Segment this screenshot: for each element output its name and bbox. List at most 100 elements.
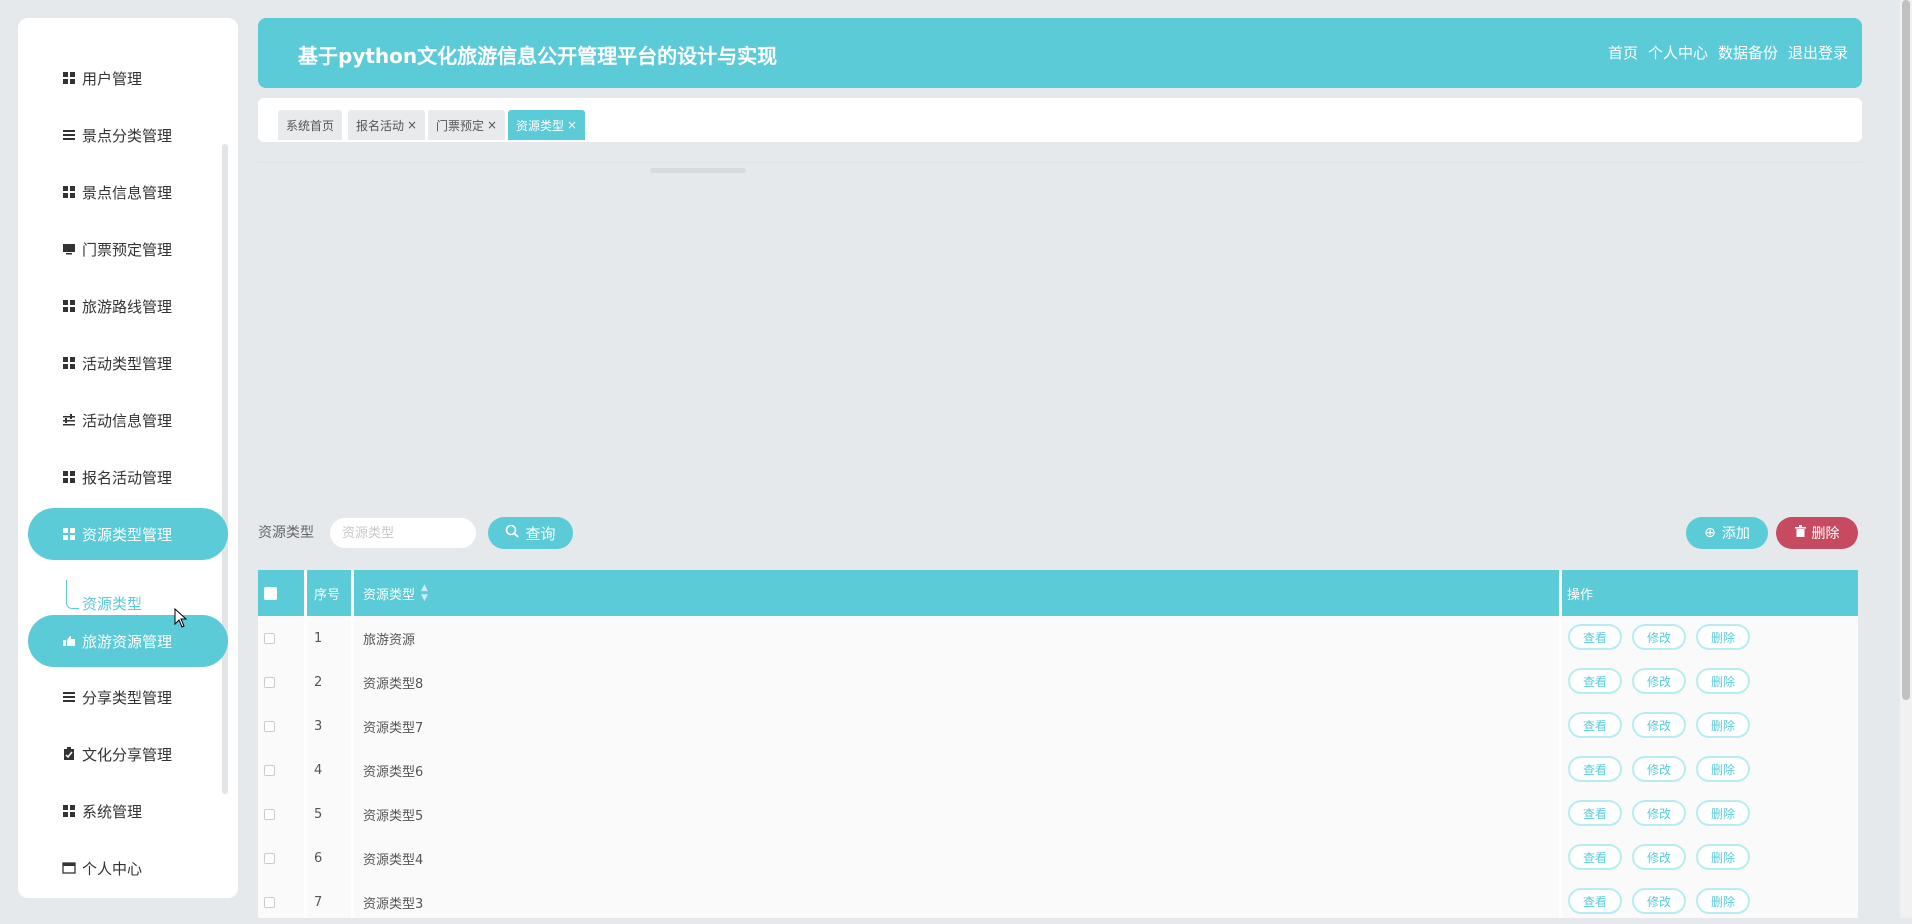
row-delete-button[interactable]: 删除 xyxy=(1696,844,1750,870)
sidebar-item-travel-resource[interactable]: 旅游资源管理 xyxy=(28,615,228,667)
submenu-connector xyxy=(66,580,79,609)
header-link-logout[interactable]: 退出登录 xyxy=(1788,42,1848,63)
view-button[interactable]: 查看 xyxy=(1568,624,1622,650)
row-delete-button[interactable]: 删除 xyxy=(1696,624,1750,650)
sidebar-item-scenic-category[interactable]: 景点分类管理 xyxy=(28,109,228,161)
edit-button[interactable]: 修改 xyxy=(1632,844,1686,870)
row-delete-button[interactable]: 删除 xyxy=(1696,756,1750,782)
sidebar-item-activity-type[interactable]: 活动类型管理 xyxy=(28,337,228,389)
row-delete-button[interactable]: 删除 xyxy=(1696,888,1750,914)
page-scrollbar-thumb[interactable] xyxy=(1902,0,1910,700)
add-button[interactable]: ⊕ 添加 xyxy=(1686,517,1768,549)
row-checkbox[interactable] xyxy=(264,704,275,748)
view-button[interactable]: 查看 xyxy=(1568,844,1622,870)
header-link-personal-center[interactable]: 个人中心 xyxy=(1648,42,1708,63)
row-index: 2 xyxy=(314,674,323,690)
delete-button[interactable]: 删除 xyxy=(1776,517,1858,549)
sidebar-item-label: 文化分享管理 xyxy=(82,745,173,764)
monitor-icon xyxy=(60,243,78,255)
row-delete-button[interactable]: 删除 xyxy=(1696,668,1750,694)
header-link-home[interactable]: 首页 xyxy=(1608,42,1638,63)
close-icon[interactable]: × xyxy=(487,118,497,132)
table-row: 1 旅游资源 查看 修改 删除 xyxy=(258,616,1858,660)
tab-ticket-booking[interactable]: 门票预定 × xyxy=(428,110,506,140)
header-resource-type[interactable]: 资源类型 ▲ ▼ xyxy=(363,570,428,616)
sidebar-item-label: 门票预定管理 xyxy=(82,240,173,259)
table-row: 6 资源类型4 查看 修改 删除 xyxy=(258,836,1858,880)
row-index: 6 xyxy=(314,850,323,866)
horizontal-scroll-thumb[interactable] xyxy=(650,168,746,173)
sort-icon[interactable]: ▲ ▼ xyxy=(421,583,428,603)
sidebar-item-travel-route[interactable]: 旅游路线管理 xyxy=(28,280,228,332)
tab-system-home[interactable]: 系统首页 xyxy=(278,110,343,140)
row-checkbox[interactable] xyxy=(264,660,275,704)
sidebar-item-personal-center[interactable]: 个人中心 xyxy=(28,842,228,894)
close-icon[interactable]: × xyxy=(407,118,417,132)
row-delete-button[interactable]: 删除 xyxy=(1696,800,1750,826)
row-index: 5 xyxy=(314,806,323,822)
sidebar-item-label: 用户管理 xyxy=(82,69,143,88)
select-all-checkbox[interactable] xyxy=(264,570,277,616)
divider xyxy=(258,162,1862,163)
sidebar-item-share-type[interactable]: 分享类型管理 xyxy=(28,671,228,723)
search-label: 资源类型 xyxy=(258,525,314,541)
plus-circle-icon: ⊕ xyxy=(1704,525,1716,541)
tabs-bar: 系统首页 报名活动 × 门票预定 × 资源类型 × xyxy=(258,98,1862,142)
tab-signup-activity[interactable]: 报名活动 × xyxy=(348,110,426,140)
row-index: 1 xyxy=(314,630,323,646)
edit-button[interactable]: 修改 xyxy=(1632,756,1686,782)
trash-icon xyxy=(1794,525,1806,541)
edit-button[interactable]: 修改 xyxy=(1632,668,1686,694)
sidebar-item-activity-info[interactable]: 活动信息管理 xyxy=(28,394,228,446)
header-link-data-backup[interactable]: 数据备份 xyxy=(1718,42,1778,63)
sidebar-item-label: 活动信息管理 xyxy=(82,411,173,430)
sidebar-item-label: 景点信息管理 xyxy=(82,183,173,202)
row-checkbox[interactable] xyxy=(264,792,275,836)
search-input[interactable] xyxy=(330,518,476,548)
row-resource-type: 资源类型6 xyxy=(363,764,424,780)
edit-button[interactable]: 修改 xyxy=(1632,800,1686,826)
view-button[interactable]: 查看 xyxy=(1568,756,1622,782)
query-button[interactable]: 查询 xyxy=(488,517,573,549)
sidebar-item-culture-share[interactable]: 文化分享管理 xyxy=(28,728,228,780)
sidebar-item-resource-type[interactable]: 资源类型管理 xyxy=(28,508,228,560)
row-delete-button[interactable]: 删除 xyxy=(1696,712,1750,738)
sidebar-item-ticket-booking[interactable]: 门票预定管理 xyxy=(28,223,228,275)
edit-button[interactable]: 修改 xyxy=(1632,712,1686,738)
grid-icon xyxy=(60,805,78,817)
view-button[interactable]: 查看 xyxy=(1568,712,1622,738)
table-row: 4 资源类型6 查看 修改 删除 xyxy=(258,748,1858,792)
grid-icon xyxy=(60,528,78,540)
tab-label: 报名活动 xyxy=(356,118,405,133)
row-resource-type: 资源类型8 xyxy=(363,676,424,692)
header-ops: 操作 xyxy=(1567,587,1594,603)
add-button-label: 添加 xyxy=(1721,526,1750,542)
view-button[interactable]: 查看 xyxy=(1568,888,1622,914)
row-resource-type: 旅游资源 xyxy=(363,632,416,648)
sidebar-item-label: 系统管理 xyxy=(82,802,143,821)
sidebar-item-signup-activity[interactable]: 报名活动管理 xyxy=(28,451,228,503)
view-button[interactable]: 查看 xyxy=(1568,800,1622,826)
row-checkbox[interactable] xyxy=(264,836,275,880)
edit-button[interactable]: 修改 xyxy=(1632,624,1686,650)
sidebar-item-user-management[interactable]: 用户管理 xyxy=(28,52,228,104)
sidebar-item-system[interactable]: 系统管理 xyxy=(28,785,228,837)
sidebar-item-label: 活动类型管理 xyxy=(82,354,173,373)
tab-label: 资源类型 xyxy=(516,118,565,133)
close-icon[interactable]: × xyxy=(567,118,577,132)
sidebar-item-scenic-info[interactable]: 景点信息管理 xyxy=(28,166,228,218)
row-checkbox[interactable] xyxy=(264,616,275,660)
header-links: 首页 个人中心 数据备份 退出登录 xyxy=(1608,42,1848,63)
mouse-cursor-icon xyxy=(174,607,188,632)
grid-icon xyxy=(60,471,78,483)
view-button[interactable]: 查看 xyxy=(1568,668,1622,694)
row-checkbox[interactable] xyxy=(264,748,275,792)
row-checkbox[interactable] xyxy=(264,880,275,924)
window-icon xyxy=(60,862,78,874)
sidebar-item-label: 分享类型管理 xyxy=(82,688,173,707)
edit-button[interactable]: 修改 xyxy=(1632,888,1686,914)
page-scrollbar[interactable] xyxy=(1900,0,1912,918)
tab-resource-type[interactable]: 资源类型 × xyxy=(508,110,586,140)
table-row: 7 资源类型3 查看 修改 删除 xyxy=(258,880,1858,924)
column-divider xyxy=(351,570,354,616)
